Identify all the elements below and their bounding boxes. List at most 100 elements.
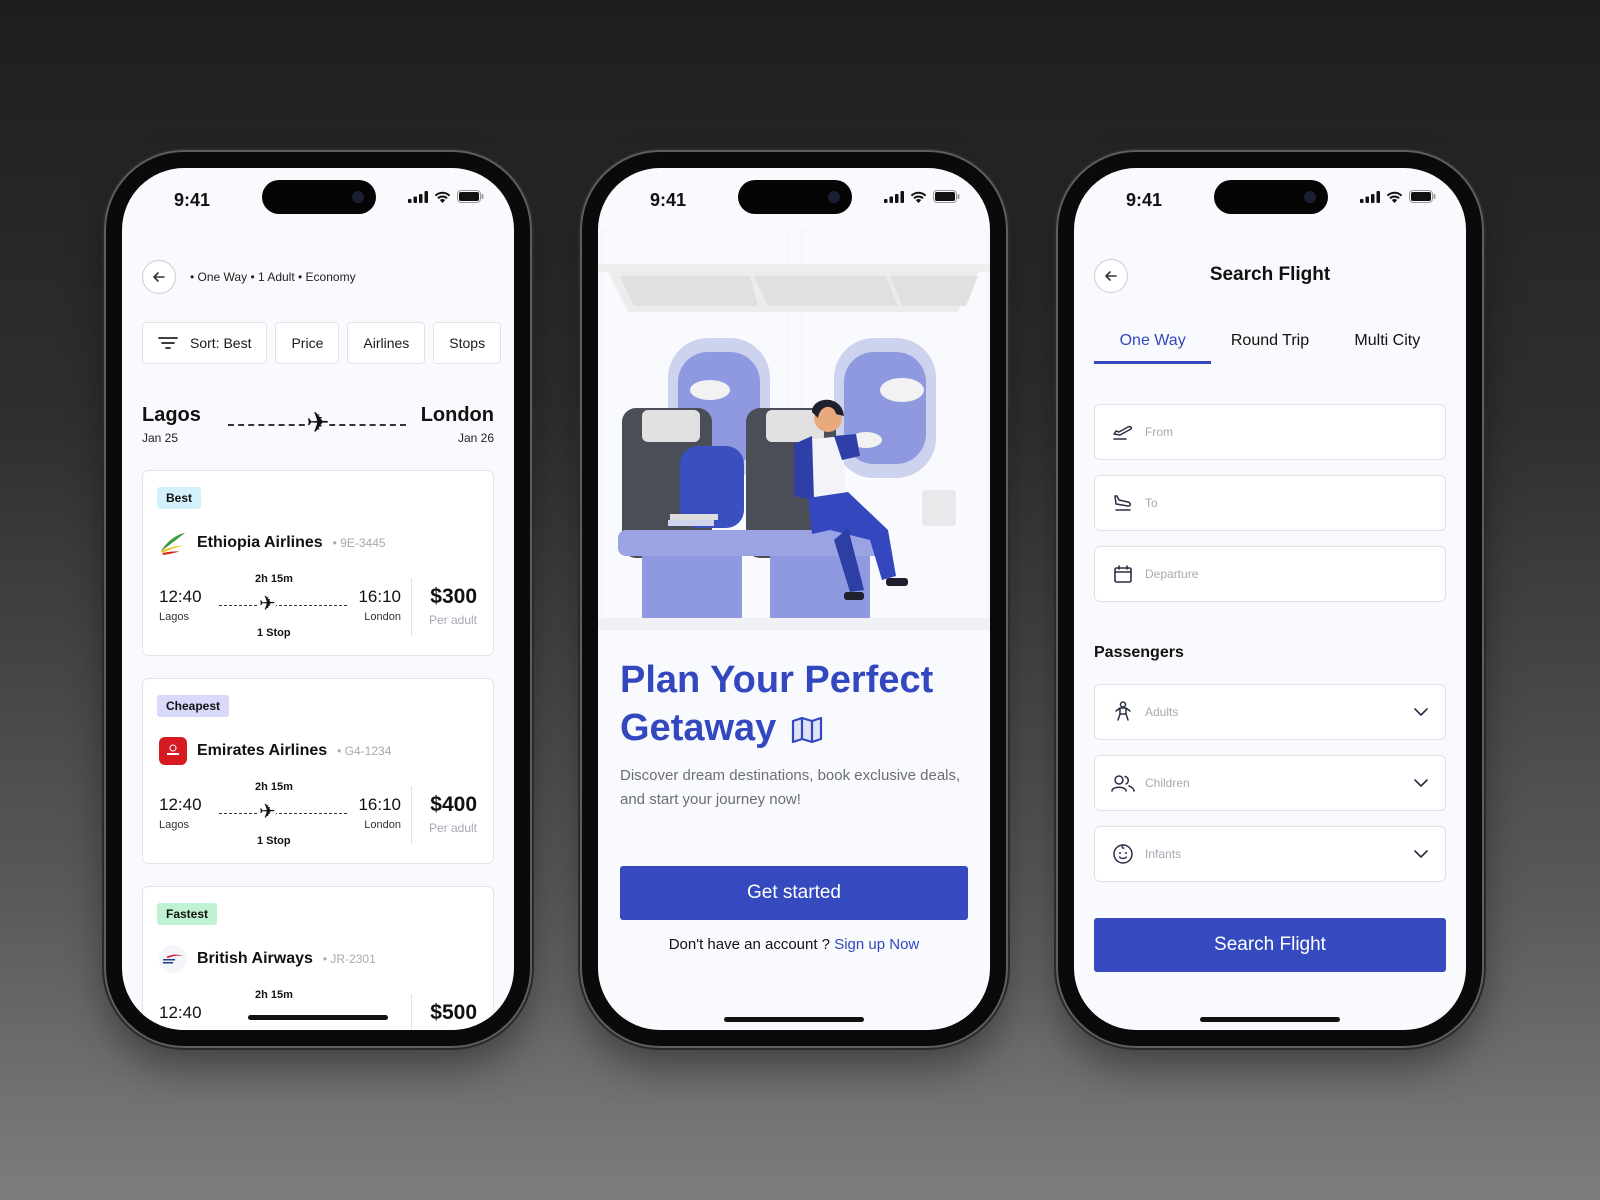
status-time: 9:41: [174, 190, 211, 210]
chevron-down-icon: [1414, 779, 1428, 787]
phone-search: 9:41 Search Flight One Way Round Trip Mu…: [1058, 152, 1482, 1046]
departure-time: 12:40: [159, 587, 202, 606]
price-block: $300 Per adult: [429, 585, 477, 627]
sort-chip[interactable]: Sort: Best: [142, 322, 268, 364]
results-screen: 9:41 • One Way • 1 Adult • Economy Sort:…: [122, 168, 514, 1030]
status-time: 9:41: [1126, 190, 1163, 210]
trip-summary: • One Way • 1 Adult • Economy: [190, 270, 356, 284]
route-origin: Lagos Jan 25: [142, 404, 201, 445]
hero-title: Plan Your Perfect Getaway: [620, 656, 980, 752]
filter-chips: Sort: Best Price Airlines Stops: [142, 322, 502, 364]
status-icons: [408, 190, 484, 203]
signup-prompt: Don't have an account ?: [668, 936, 831, 953]
to-field[interactable]: To: [1094, 475, 1446, 531]
results-header: • One Way • 1 Adult • Economy: [142, 260, 494, 294]
infants-select[interactable]: Infants: [1094, 826, 1446, 882]
home-indicator: [248, 1015, 388, 1020]
price: $300: [430, 585, 477, 608]
tab-one-way[interactable]: One Way: [1094, 328, 1212, 368]
flight-times: 2h 15m 12:40 Lagos ✈ 16:10 London 1 Stop…: [159, 779, 477, 849]
price-note: Per adult: [428, 821, 477, 835]
from-field[interactable]: From: [1094, 404, 1446, 460]
origin-city: Lagos: [142, 404, 201, 426]
sort-chip-label: Sort: Best: [190, 335, 252, 351]
phone-results: 9:41 • One Way • 1 Adult • Economy Sort:…: [106, 152, 530, 1046]
divider: [411, 995, 412, 1030]
airline-name: Ethiopia Airlines: [197, 534, 323, 551]
adults-select[interactable]: Adults: [1094, 684, 1446, 740]
emirates-logo-icon: [159, 737, 187, 765]
price-chip[interactable]: Price: [275, 322, 340, 364]
departure-city: Lagos: [159, 611, 189, 623]
wifi-icon: [910, 191, 927, 203]
price: $400: [430, 793, 477, 816]
children-select[interactable]: Children: [1094, 755, 1446, 811]
flight-path-line: [219, 813, 347, 814]
signup-link[interactable]: Sign up Now: [834, 936, 919, 953]
departure-time: 12:40: [159, 1003, 202, 1022]
arrival-city: London: [364, 819, 401, 831]
destination-city: London: [420, 404, 494, 426]
destination-date: Jan 26: [457, 431, 494, 445]
search-screen: 9:41 Search Flight One Way Round Trip Mu…: [1074, 168, 1466, 1030]
departure-time: 12:40: [159, 795, 202, 814]
dynamic-island: [738, 180, 852, 214]
battery-icon: [933, 190, 960, 203]
airline-name: British Airways: [197, 950, 313, 967]
baby-face-icon: [1111, 842, 1135, 866]
arrow-left-icon: [153, 272, 165, 282]
origin-date: Jan 25: [142, 431, 179, 445]
flight-duration: 2h 15m: [255, 989, 293, 1001]
get-started-button[interactable]: Get started: [620, 866, 968, 920]
map-icon: [791, 716, 822, 744]
airplane-cabin-illustration: [598, 230, 990, 630]
tab-multi-city[interactable]: Multi City: [1329, 328, 1446, 368]
flight-card[interactable]: Cheapest Emirates Airlines • G4-1234 2h …: [142, 678, 494, 864]
camera-icon: [352, 191, 364, 203]
british-airways-logo-icon: [159, 945, 187, 973]
airline-row: Emirates Airlines • G4-1234: [159, 737, 391, 765]
departure-city: Lagos: [159, 819, 189, 831]
flight-badge: Best: [157, 487, 202, 509]
flight-badge: Cheapest: [157, 695, 230, 717]
search-flight-button[interactable]: Search Flight: [1094, 918, 1446, 972]
hero-subtitle: Discover dream destinations, book exclus…: [620, 767, 961, 808]
page-title: Search Flight: [1209, 264, 1331, 285]
adult-person-icon: [1111, 700, 1135, 724]
divider: [411, 787, 412, 843]
airline-row: British Airways • JR-2301: [159, 945, 376, 973]
wifi-icon: [434, 191, 451, 203]
departure-field[interactable]: Departure: [1094, 546, 1446, 602]
arrival-time: 16:10: [358, 795, 401, 814]
signal-icon: [884, 190, 904, 203]
price-block: $400 Per adult: [429, 793, 477, 835]
flight-badge: Fastest: [157, 903, 218, 925]
chevron-down-icon: [1414, 850, 1428, 858]
flight-path-line: [219, 605, 347, 606]
users-icon: [1111, 771, 1135, 795]
flight-card[interactable]: Fastest British Airways • JR-2301 2h 15m…: [142, 886, 494, 1030]
chevron-down-icon: [1414, 708, 1428, 716]
phone-onboarding: 9:41 Plan Your Perfect Getaway Discover …: [582, 152, 1006, 1046]
home-indicator: [1200, 1017, 1340, 1022]
tab-round-trip[interactable]: Round Trip: [1211, 328, 1328, 368]
back-button[interactable]: [142, 260, 176, 294]
status-icons: [884, 190, 960, 203]
home-indicator: [724, 1017, 864, 1022]
plane-landing-icon: [1111, 491, 1135, 515]
plane-takeoff-icon: [1111, 420, 1135, 444]
stops-chip[interactable]: Stops: [433, 322, 502, 364]
flight-card[interactable]: Best Ethiopia Airlines • 9E-3445 2h 15m …: [142, 470, 494, 656]
infants-placeholder: Infants: [1145, 847, 1182, 861]
departure: 12:40 Lagos: [159, 587, 202, 623]
airlines-chip[interactable]: Airlines: [347, 322, 426, 364]
flight-duration: 2h 15m: [255, 573, 293, 585]
battery-icon: [1409, 190, 1436, 203]
onboarding-screen: 9:41 Plan Your Perfect Getaway Discover …: [598, 168, 990, 1030]
signal-icon: [1360, 190, 1380, 203]
adults-placeholder: Adults: [1145, 705, 1179, 719]
flight-code: • JR-2301: [322, 952, 376, 966]
arrival-time: 16:10: [358, 587, 401, 606]
flight-code: • 9E-3445: [332, 536, 386, 550]
passengers-label: Passengers: [1094, 644, 1184, 661]
